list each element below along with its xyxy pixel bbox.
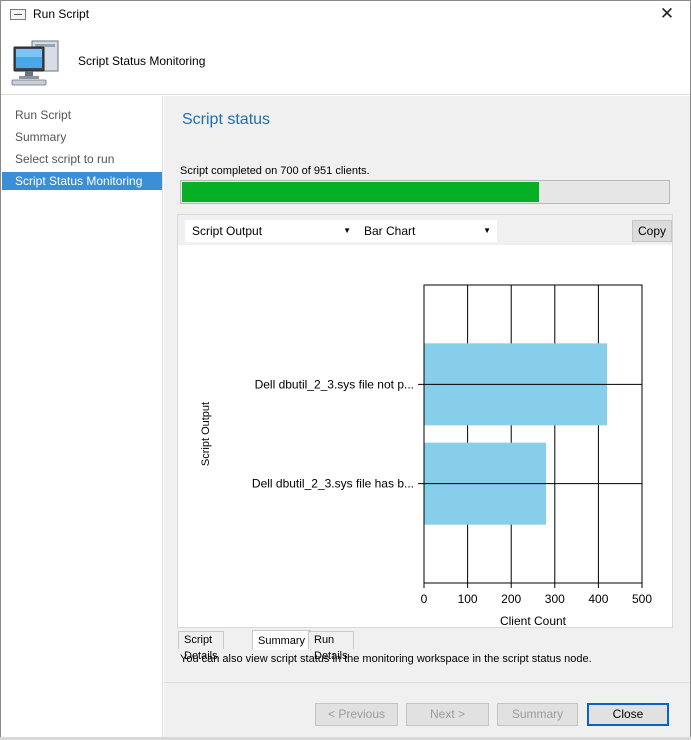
output-select[interactable]: Script Output ▼ (185, 220, 357, 242)
close-button[interactable]: Close (587, 703, 669, 726)
wizard-header: Script Status Monitoring (1, 28, 690, 95)
wizard-nav: Run Script Summary Select script to run … (1, 96, 163, 739)
copy-button[interactable]: Copy (632, 220, 672, 242)
nav-item-summary[interactable]: Summary (2, 128, 162, 146)
title-bar: Run Script ✕ (1, 1, 690, 28)
x-tick-label: 100 (458, 592, 478, 606)
bar-chart: Dell dbutil_2_3.sys file not p... Dell db… (200, 284, 652, 627)
plot-frame (423, 284, 643, 584)
results-panel: Script Output ▼ Bar Chart ▼ Copy Dell db… (177, 214, 673, 628)
x-tick-label: 500 (632, 592, 652, 606)
wizard-footer: < Previous Next > Summary Close (164, 683, 690, 739)
x-tick-label: 0 (421, 592, 428, 606)
window-title: Run Script (33, 7, 90, 21)
view-select-value: Bar Chart (364, 224, 416, 238)
progress-fill (182, 182, 540, 202)
x-tick-label: 200 (501, 592, 521, 606)
status-text: Script completed on 700 of 951 clients. (180, 165, 370, 177)
view-select[interactable]: Bar Chart ▼ (357, 220, 497, 242)
header-title: Script Status Monitoring (78, 54, 206, 68)
window-icon (10, 9, 26, 20)
info-text: You can also view script status in the m… (180, 653, 592, 665)
progress-bar (180, 180, 670, 204)
main-pane: Script status Script completed on 700 of… (164, 96, 690, 739)
close-icon[interactable]: ✕ (644, 1, 690, 28)
nav-item-run-script[interactable]: Run Script (2, 106, 162, 124)
section-title: Script status (182, 111, 271, 128)
tab-script-details[interactable]: Script Details (178, 631, 224, 662)
dropdown-arrow-icon: ▼ (343, 226, 351, 235)
nav-item-select-script[interactable]: Select script to run (2, 150, 162, 168)
output-select-value: Script Output (192, 224, 263, 238)
category-label: Dell dbutil_2_3.sys file has b... (252, 477, 414, 491)
tab-run-details[interactable]: Run Details (308, 631, 354, 662)
next-button[interactable]: Next > (406, 703, 489, 726)
previous-button[interactable]: < Previous (315, 703, 398, 726)
x-tick-label: 400 (588, 592, 608, 606)
x-tick-label: 300 (545, 592, 565, 606)
category-label: Dell dbutil_2_3.sys file not p... (255, 377, 414, 391)
results-toolbar: Script Output ▼ Bar Chart ▼ Copy (178, 215, 672, 245)
nav-item-script-status-monitoring[interactable]: Script Status Monitoring (2, 172, 162, 190)
x-axis-label: Client Count (500, 614, 567, 627)
tab-summary[interactable]: Summary (252, 630, 312, 650)
run-script-window: Run Script ✕ Script Status Monitoring Ru… (0, 0, 691, 740)
y-axis-label: Script Output (200, 402, 212, 466)
summary-button[interactable]: Summary (497, 703, 578, 726)
dropdown-arrow-icon: ▼ (483, 226, 491, 235)
computer-monitor-icon (11, 40, 59, 86)
